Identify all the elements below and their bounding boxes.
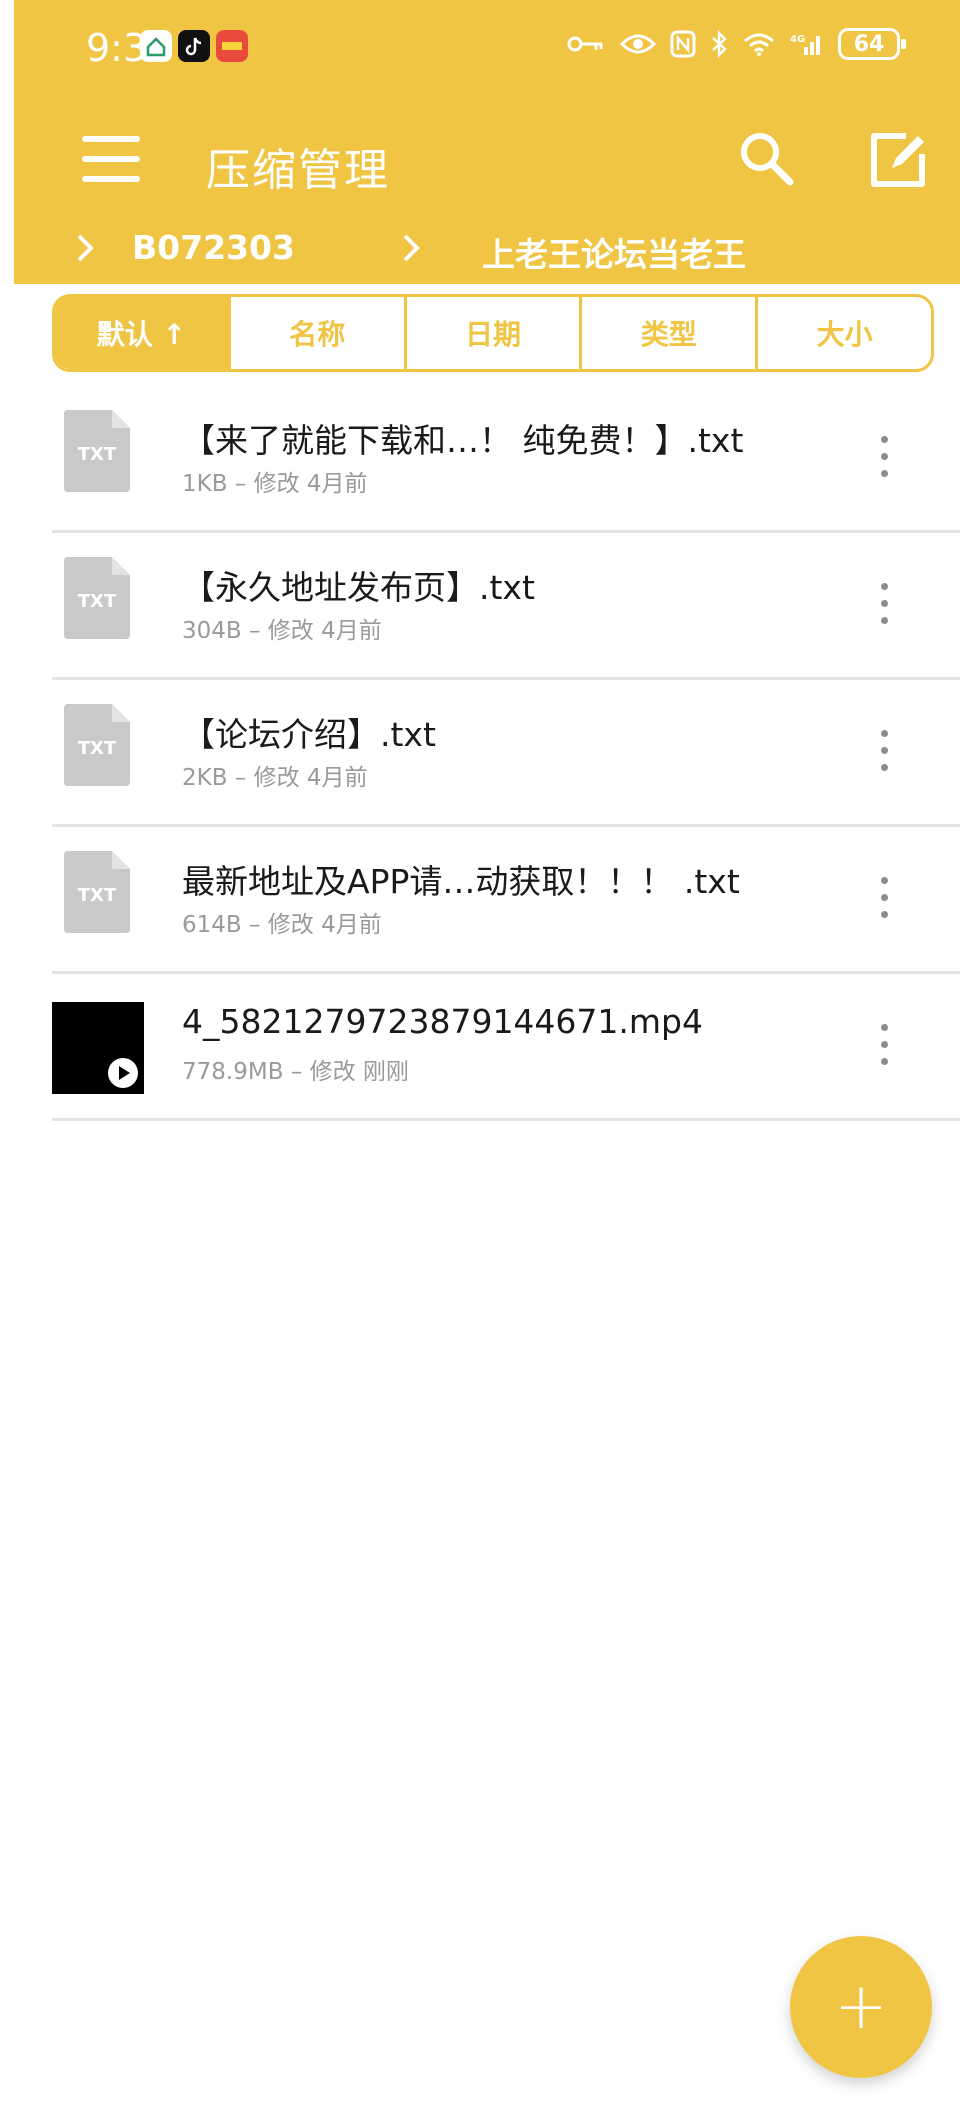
txt-file-icon: TXT xyxy=(64,557,130,639)
wifi-icon xyxy=(744,33,774,56)
txt-file-icon: TXT xyxy=(64,704,130,786)
play-icon xyxy=(108,1058,138,1088)
file-row[interactable]: TXT 最新地址及APP请…动获取！！！ .txt 614B – 修改 4月前 xyxy=(52,827,960,974)
file-meta: 2KB – 修改 4月前 xyxy=(182,765,368,791)
more-options-icon[interactable] xyxy=(874,1022,894,1068)
file-name: 4_5821279723879144671.mp4 xyxy=(182,1002,703,1041)
file-list: TXT 【来了就能下载和…！ 纯免费！】.txt 1KB – 修改 4月前 TX… xyxy=(52,386,960,1121)
more-options-icon[interactable] xyxy=(874,875,894,921)
notes-app-icon xyxy=(216,30,248,62)
breadcrumb: B072303 上老王论坛当老王 xyxy=(14,222,960,274)
svg-text:TXT: TXT xyxy=(78,738,117,759)
file-name: 【来了就能下载和…！ 纯免费！】.txt xyxy=(182,421,744,460)
status-bar: 9:32 4G 64 xyxy=(14,0,960,96)
breadcrumb-item[interactable]: B072303 xyxy=(132,228,295,267)
nfc-icon xyxy=(670,30,696,58)
more-options-icon[interactable] xyxy=(874,434,894,480)
chevron-right-icon xyxy=(77,234,94,262)
eye-icon xyxy=(620,34,656,54)
sort-tab-date[interactable]: 日期 xyxy=(403,297,580,369)
more-options-icon[interactable] xyxy=(874,728,894,774)
signal-icon: 4G xyxy=(790,34,820,55)
page-title: 压缩管理 xyxy=(206,145,390,196)
svg-text:TXT: TXT xyxy=(78,444,117,465)
sort-tab-size[interactable]: 大小 xyxy=(755,297,931,369)
file-meta: 614B – 修改 4月前 xyxy=(182,912,382,938)
search-icon xyxy=(741,133,794,186)
sort-bar: 默认 ↑ 名称 日期 类型 大小 xyxy=(52,294,934,372)
file-row[interactable]: TXT 【来了就能下载和…！ 纯免费！】.txt 1KB – 修改 4月前 xyxy=(52,386,960,533)
toolbar: 压缩管理 xyxy=(14,110,960,210)
menu-button[interactable] xyxy=(80,128,142,190)
sort-tab-default[interactable]: 默认 ↑ xyxy=(55,297,228,369)
key-icon xyxy=(567,36,603,52)
battery-level: 64 xyxy=(853,31,885,57)
bluetooth-icon xyxy=(712,30,727,58)
more-options-icon[interactable] xyxy=(874,581,894,627)
app-header: 9:32 4G 64 压缩管理 B072303 上老王论坛当老王 xyxy=(14,0,960,284)
sort-tab-name[interactable]: 名称 xyxy=(227,297,404,369)
file-meta: 1KB – 修改 4月前 xyxy=(182,471,368,497)
edit-icon xyxy=(871,133,925,187)
svg-text:4G: 4G xyxy=(790,34,805,45)
file-row[interactable]: 4_5821279723879144671.mp4 778.9MB – 修改 刚… xyxy=(52,974,960,1121)
file-name: 【论坛介绍】.txt xyxy=(182,715,436,754)
status-icons: 4G 64 xyxy=(566,28,906,60)
file-name: 【永久地址发布页】.txt xyxy=(182,568,535,607)
sort-tab-type[interactable]: 类型 xyxy=(579,297,755,369)
txt-file-icon: TXT xyxy=(64,851,130,933)
edit-button[interactable] xyxy=(866,128,930,192)
home-app-icon xyxy=(140,30,172,62)
plus-icon: + xyxy=(834,1970,888,2044)
tiktok-app-icon xyxy=(178,30,210,62)
svg-text:TXT: TXT xyxy=(78,885,117,906)
chevron-right-icon xyxy=(403,234,420,262)
battery-indicator: 64 xyxy=(838,28,906,60)
file-meta: 778.9MB – 修改 刚刚 xyxy=(182,1059,409,1085)
file-row[interactable]: TXT 【永久地址发布页】.txt 304B – 修改 4月前 xyxy=(52,533,960,680)
search-button[interactable] xyxy=(734,126,798,190)
breadcrumb-item[interactable]: 上老王论坛当老王 xyxy=(482,228,746,276)
video-thumbnail xyxy=(52,1002,144,1094)
file-row[interactable]: TXT 【论坛介绍】.txt 2KB – 修改 4月前 xyxy=(52,680,960,827)
add-fab-button[interactable]: + xyxy=(790,1936,932,2078)
file-name: 最新地址及APP请…动获取！！！ .txt xyxy=(182,862,740,901)
file-meta: 304B – 修改 4月前 xyxy=(182,618,382,644)
svg-text:TXT: TXT xyxy=(78,591,117,612)
txt-file-icon: TXT xyxy=(64,410,130,492)
